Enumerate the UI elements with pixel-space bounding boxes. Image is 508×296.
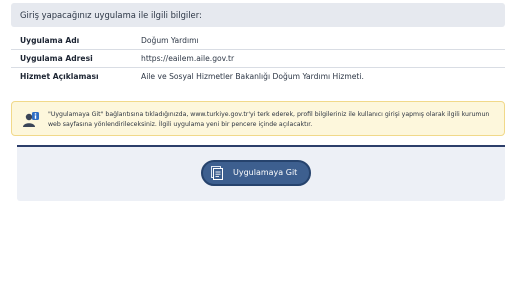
action-area: Uygulamaya Git <box>17 145 505 201</box>
info-label: Uygulama Adı <box>20 36 80 45</box>
section-title: Giriş yapacağınız uygulama ile ilgili bi… <box>20 10 202 20</box>
info-label: Uygulama Adresi <box>20 54 93 63</box>
info-row-app-address: Uygulama Adresi https://eailem.aile.gov.… <box>11 50 505 68</box>
info-row-app-name: Uygulama Adı Doğum Yardımı <box>11 32 505 50</box>
app-info-table: Uygulama Adı Doğum Yardımı Uygulama Adre… <box>11 32 505 86</box>
user-info-icon <box>22 111 40 129</box>
info-value: https://eailem.aile.gov.tr <box>141 54 235 63</box>
go-to-application-button[interactable]: Uygulamaya Git <box>201 160 311 186</box>
info-row-service-description: Hizmet Açıklaması Aile ve Sosyal Hizmetl… <box>11 68 505 86</box>
section-header: Giriş yapacağınız uygulama ile ilgili bi… <box>11 3 505 27</box>
document-icon <box>211 166 223 180</box>
go-button-label: Uygulamaya Git <box>233 168 298 177</box>
info-value: Doğum Yardımı <box>141 36 199 45</box>
info-label: Hizmet Açıklaması <box>20 72 99 81</box>
notice-text: "Uygulamaya Git" bağlantısına tıkladığın… <box>48 111 490 128</box>
info-value: Aile ve Sosyal Hizmetler Bakanlığı Doğum… <box>141 72 364 81</box>
redirect-notice: "Uygulamaya Git" bağlantısına tıkladığın… <box>11 101 505 136</box>
